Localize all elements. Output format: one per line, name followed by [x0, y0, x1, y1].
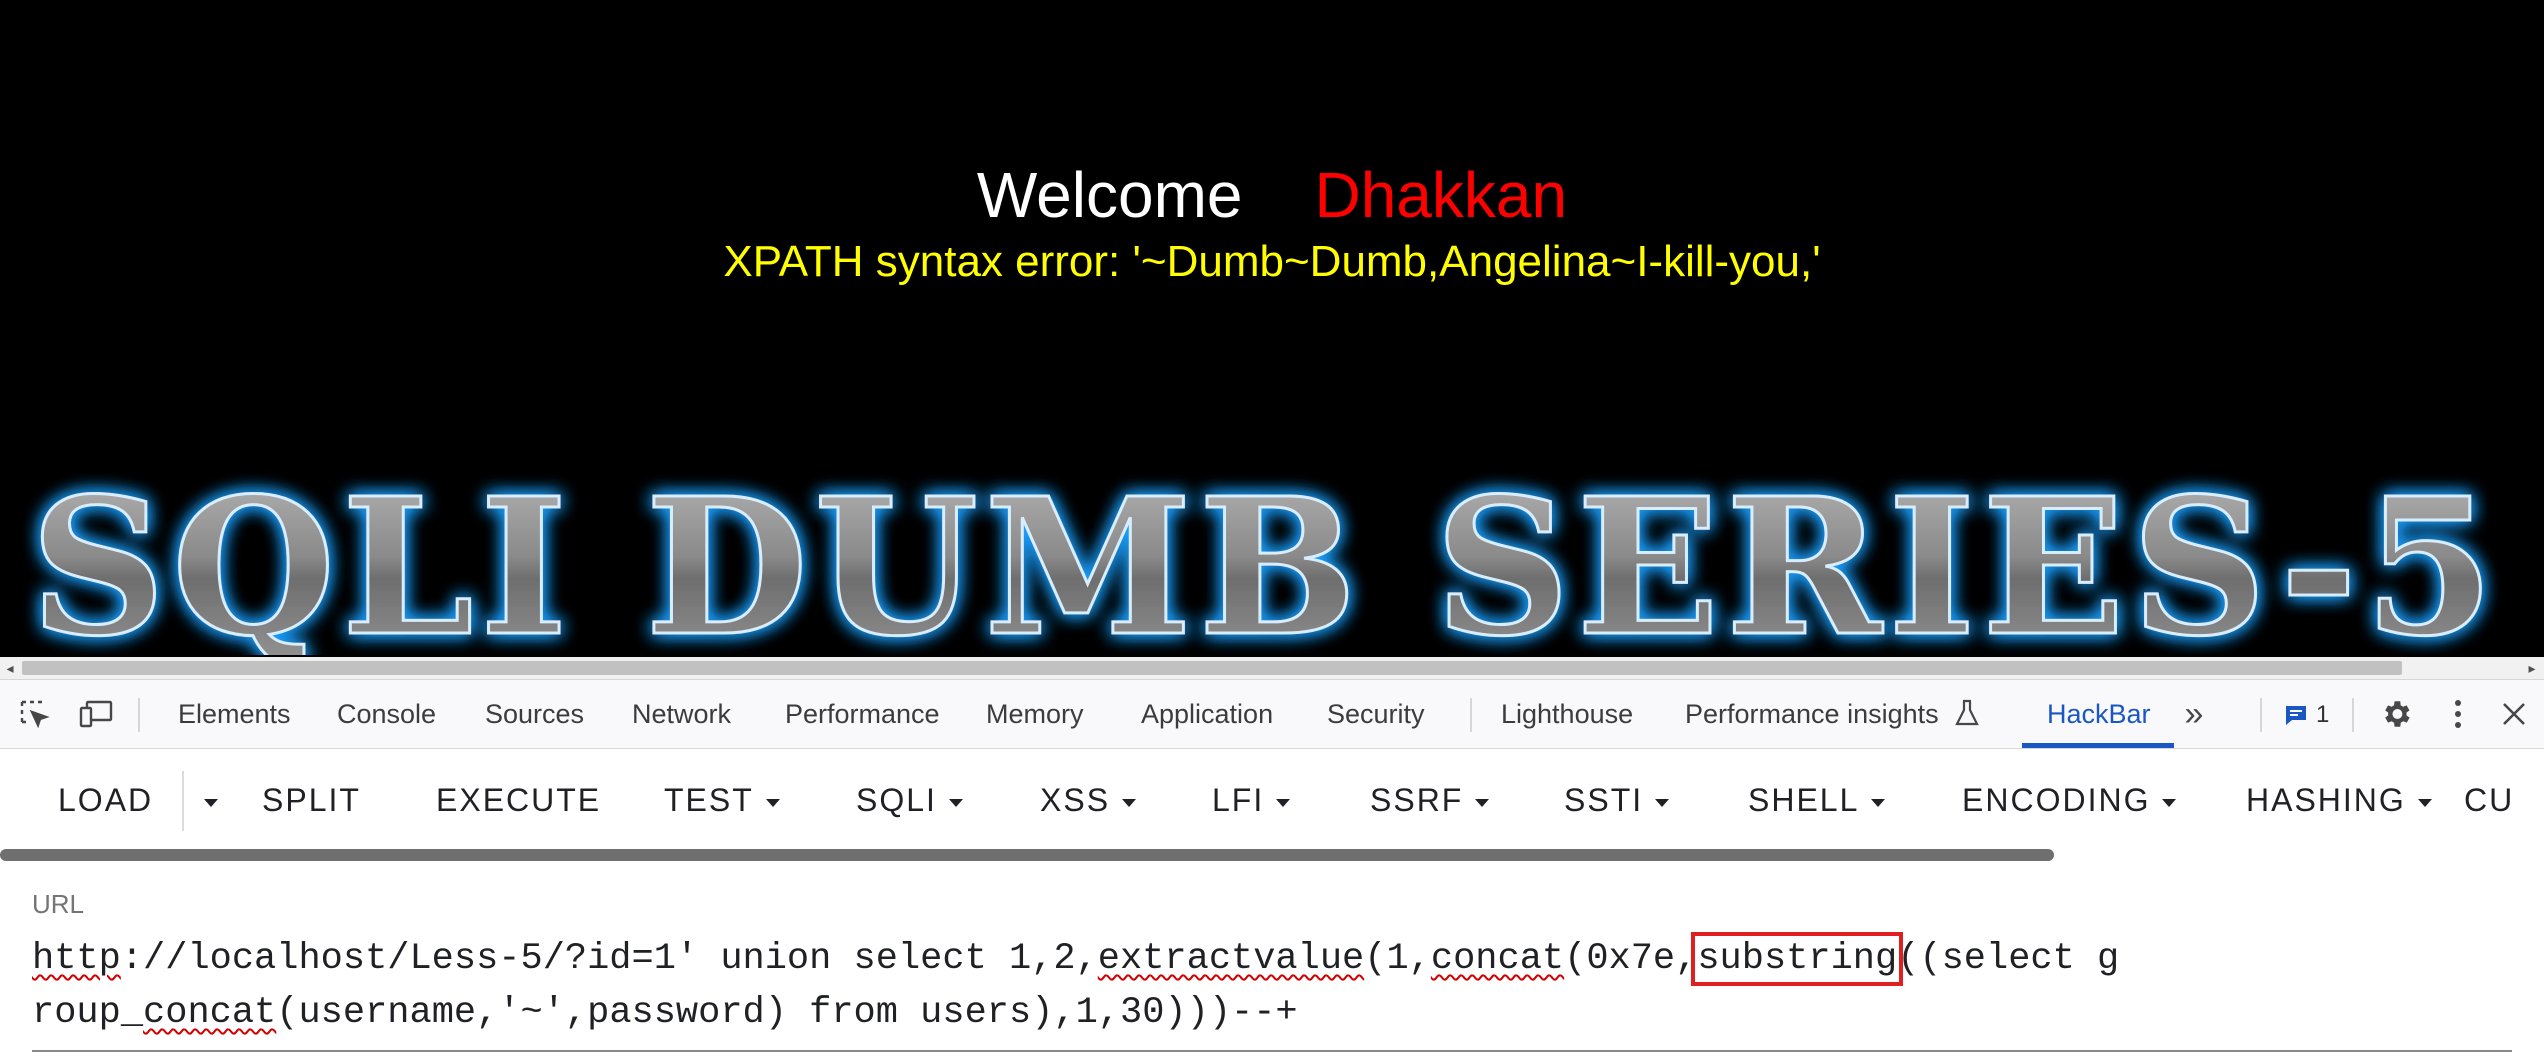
ssrf-menu-button[interactable]: SSRF	[1370, 773, 1490, 827]
more-options-kebab-icon[interactable]	[2440, 696, 2476, 732]
settings-gear-icon[interactable]	[2378, 696, 2414, 732]
chevron-down-icon	[2417, 798, 2432, 807]
toolbar-horizontal-scrollbar[interactable]	[0, 849, 2544, 863]
active-tab-indicator	[2022, 743, 2174, 748]
url-segment: concat	[1430, 938, 1565, 980]
chevron-down-icon	[1276, 798, 1291, 807]
xss-label: XSS	[1040, 782, 1111, 818]
url-segment-highlighted: substring	[1691, 932, 1904, 986]
url-field-label: URL	[32, 889, 85, 919]
toolbar-separator	[2352, 698, 2354, 732]
url-segment: (username,'~',password) from users),1,30…	[276, 992, 1298, 1034]
chevron-down-icon	[1475, 798, 1490, 807]
url-value[interactable]: http://localhost/Less-5/?id=1' union sel…	[32, 932, 2132, 1040]
scroll-right-arrow-icon[interactable]: ▸	[2524, 660, 2540, 676]
tab-performance-insights-label: Performance insights	[1685, 699, 1939, 729]
lfi-menu-button[interactable]: LFI	[1212, 773, 1291, 827]
toolbar-separator	[2260, 698, 2262, 732]
ssrf-label: SSRF	[1370, 782, 1464, 818]
ssti-menu-button[interactable]: SSTI	[1564, 773, 1670, 827]
chevron-down-icon	[765, 798, 780, 807]
execute-button[interactable]: EXECUTE	[436, 773, 601, 827]
device-toolbar-icon[interactable]	[78, 696, 114, 732]
scroll-left-arrow-icon[interactable]: ◂	[2, 660, 18, 676]
hashing-menu-button[interactable]: HASHING	[2246, 773, 2432, 827]
split-button[interactable]: SPLIT	[262, 773, 361, 827]
toolbar-separator	[1470, 698, 1472, 732]
url-segment: concat	[143, 992, 277, 1034]
page-horizontal-scrollbar[interactable]: ◂ ▸	[0, 657, 2544, 679]
url-segment: (1,	[1364, 938, 1431, 980]
chevron-down-icon	[204, 798, 218, 807]
lfi-label: LFI	[1212, 782, 1265, 818]
encoding-menu-button[interactable]: ENCODING	[1962, 773, 2177, 827]
url-segment: ((select	[1897, 938, 2098, 980]
scrollbar-thumb[interactable]	[22, 661, 2402, 675]
load-options-dropdown[interactable]	[192, 773, 218, 827]
xss-menu-button[interactable]: XSS	[1040, 773, 1137, 827]
sqli-dumb-series-banner: SQLI DUMB SERIES-5	[29, 456, 2501, 656]
url-segment: ://localhost/Less-5/?id=1' union select …	[120, 938, 1098, 980]
url-segment: (0x7e,	[1564, 938, 1698, 980]
issues-counter-button[interactable]: 1	[2284, 698, 2329, 732]
chevron-down-icon	[948, 798, 963, 807]
page-viewport: Welcome Dhakkan XPATH syntax error: '~Dum…	[0, 0, 2544, 657]
tab-performance[interactable]: Performance	[785, 680, 940, 749]
url-segment: http	[32, 938, 121, 980]
experiment-flask-icon	[1955, 699, 1979, 726]
welcome-label: Welcome	[976, 159, 1243, 231]
tab-network[interactable]: Network	[632, 680, 731, 749]
hashing-label: HASHING	[2246, 782, 2406, 818]
tab-lighthouse[interactable]: Lighthouse	[1501, 680, 1633, 749]
message-icon	[2286, 706, 2306, 725]
toolbar-scrollbar-thumb[interactable]	[0, 849, 2054, 861]
hackbar-toolbar: LOAD SPLIT EXECUTE TEST SQLI XSS LFI SSR…	[0, 749, 2544, 849]
more-tabs-chevron-icon[interactable]: »	[2176, 695, 2212, 733]
tab-security[interactable]: Security	[1327, 680, 1425, 749]
url-textarea[interactable]: http://localhost/Less-5/?id=1' union sel…	[32, 932, 2512, 1052]
url-segment: extractvalue	[1097, 938, 1365, 980]
issues-count: 1	[2316, 701, 2330, 728]
chevron-down-icon	[1871, 798, 1886, 807]
welcome-heading: Welcome Dhakkan	[0, 155, 2544, 235]
tab-performance-insights[interactable]: Performance insights	[1685, 680, 1980, 749]
test-menu-button[interactable]: TEST	[664, 773, 780, 827]
tab-memory[interactable]: Memory	[986, 680, 1084, 749]
tab-sources[interactable]: Sources	[485, 680, 584, 749]
toolbar-divider	[182, 771, 184, 831]
welcome-username: Dhakkan	[1314, 159, 1568, 231]
devtools-tab-bar: Elements Console Sources Network Perform…	[0, 679, 2544, 749]
sqli-menu-button[interactable]: SQLI	[856, 773, 963, 827]
close-devtools-icon[interactable]	[2496, 696, 2532, 732]
toolbar-separator	[138, 698, 140, 732]
encoding-label: ENCODING	[1962, 782, 2151, 818]
xpath-error-message: XPATH syntax error: '~Dumb~Dumb,Angelina…	[723, 237, 1821, 286]
tab-application[interactable]: Application	[1141, 680, 1273, 749]
tab-hackbar[interactable]: HackBar	[2047, 680, 2151, 749]
shell-menu-button[interactable]: SHELL	[1748, 773, 1886, 827]
test-label: TEST	[664, 782, 754, 818]
chevron-down-icon	[1655, 798, 1670, 807]
sqli-label: SQLI	[856, 782, 937, 818]
ssti-label: SSTI	[1564, 782, 1644, 818]
load-button[interactable]: LOAD	[58, 773, 153, 827]
banner-text: SQLI DUMB SERIES-5	[30, 457, 2501, 655]
custom-menu-button[interactable]: CU	[2464, 773, 2514, 827]
chevron-down-icon	[1122, 798, 1137, 807]
inspect-element-icon[interactable]	[16, 696, 52, 732]
tab-elements[interactable]: Elements	[178, 680, 291, 749]
chevron-down-icon	[2162, 798, 2177, 807]
shell-label: SHELL	[1748, 782, 1860, 818]
tab-console[interactable]: Console	[337, 680, 436, 749]
